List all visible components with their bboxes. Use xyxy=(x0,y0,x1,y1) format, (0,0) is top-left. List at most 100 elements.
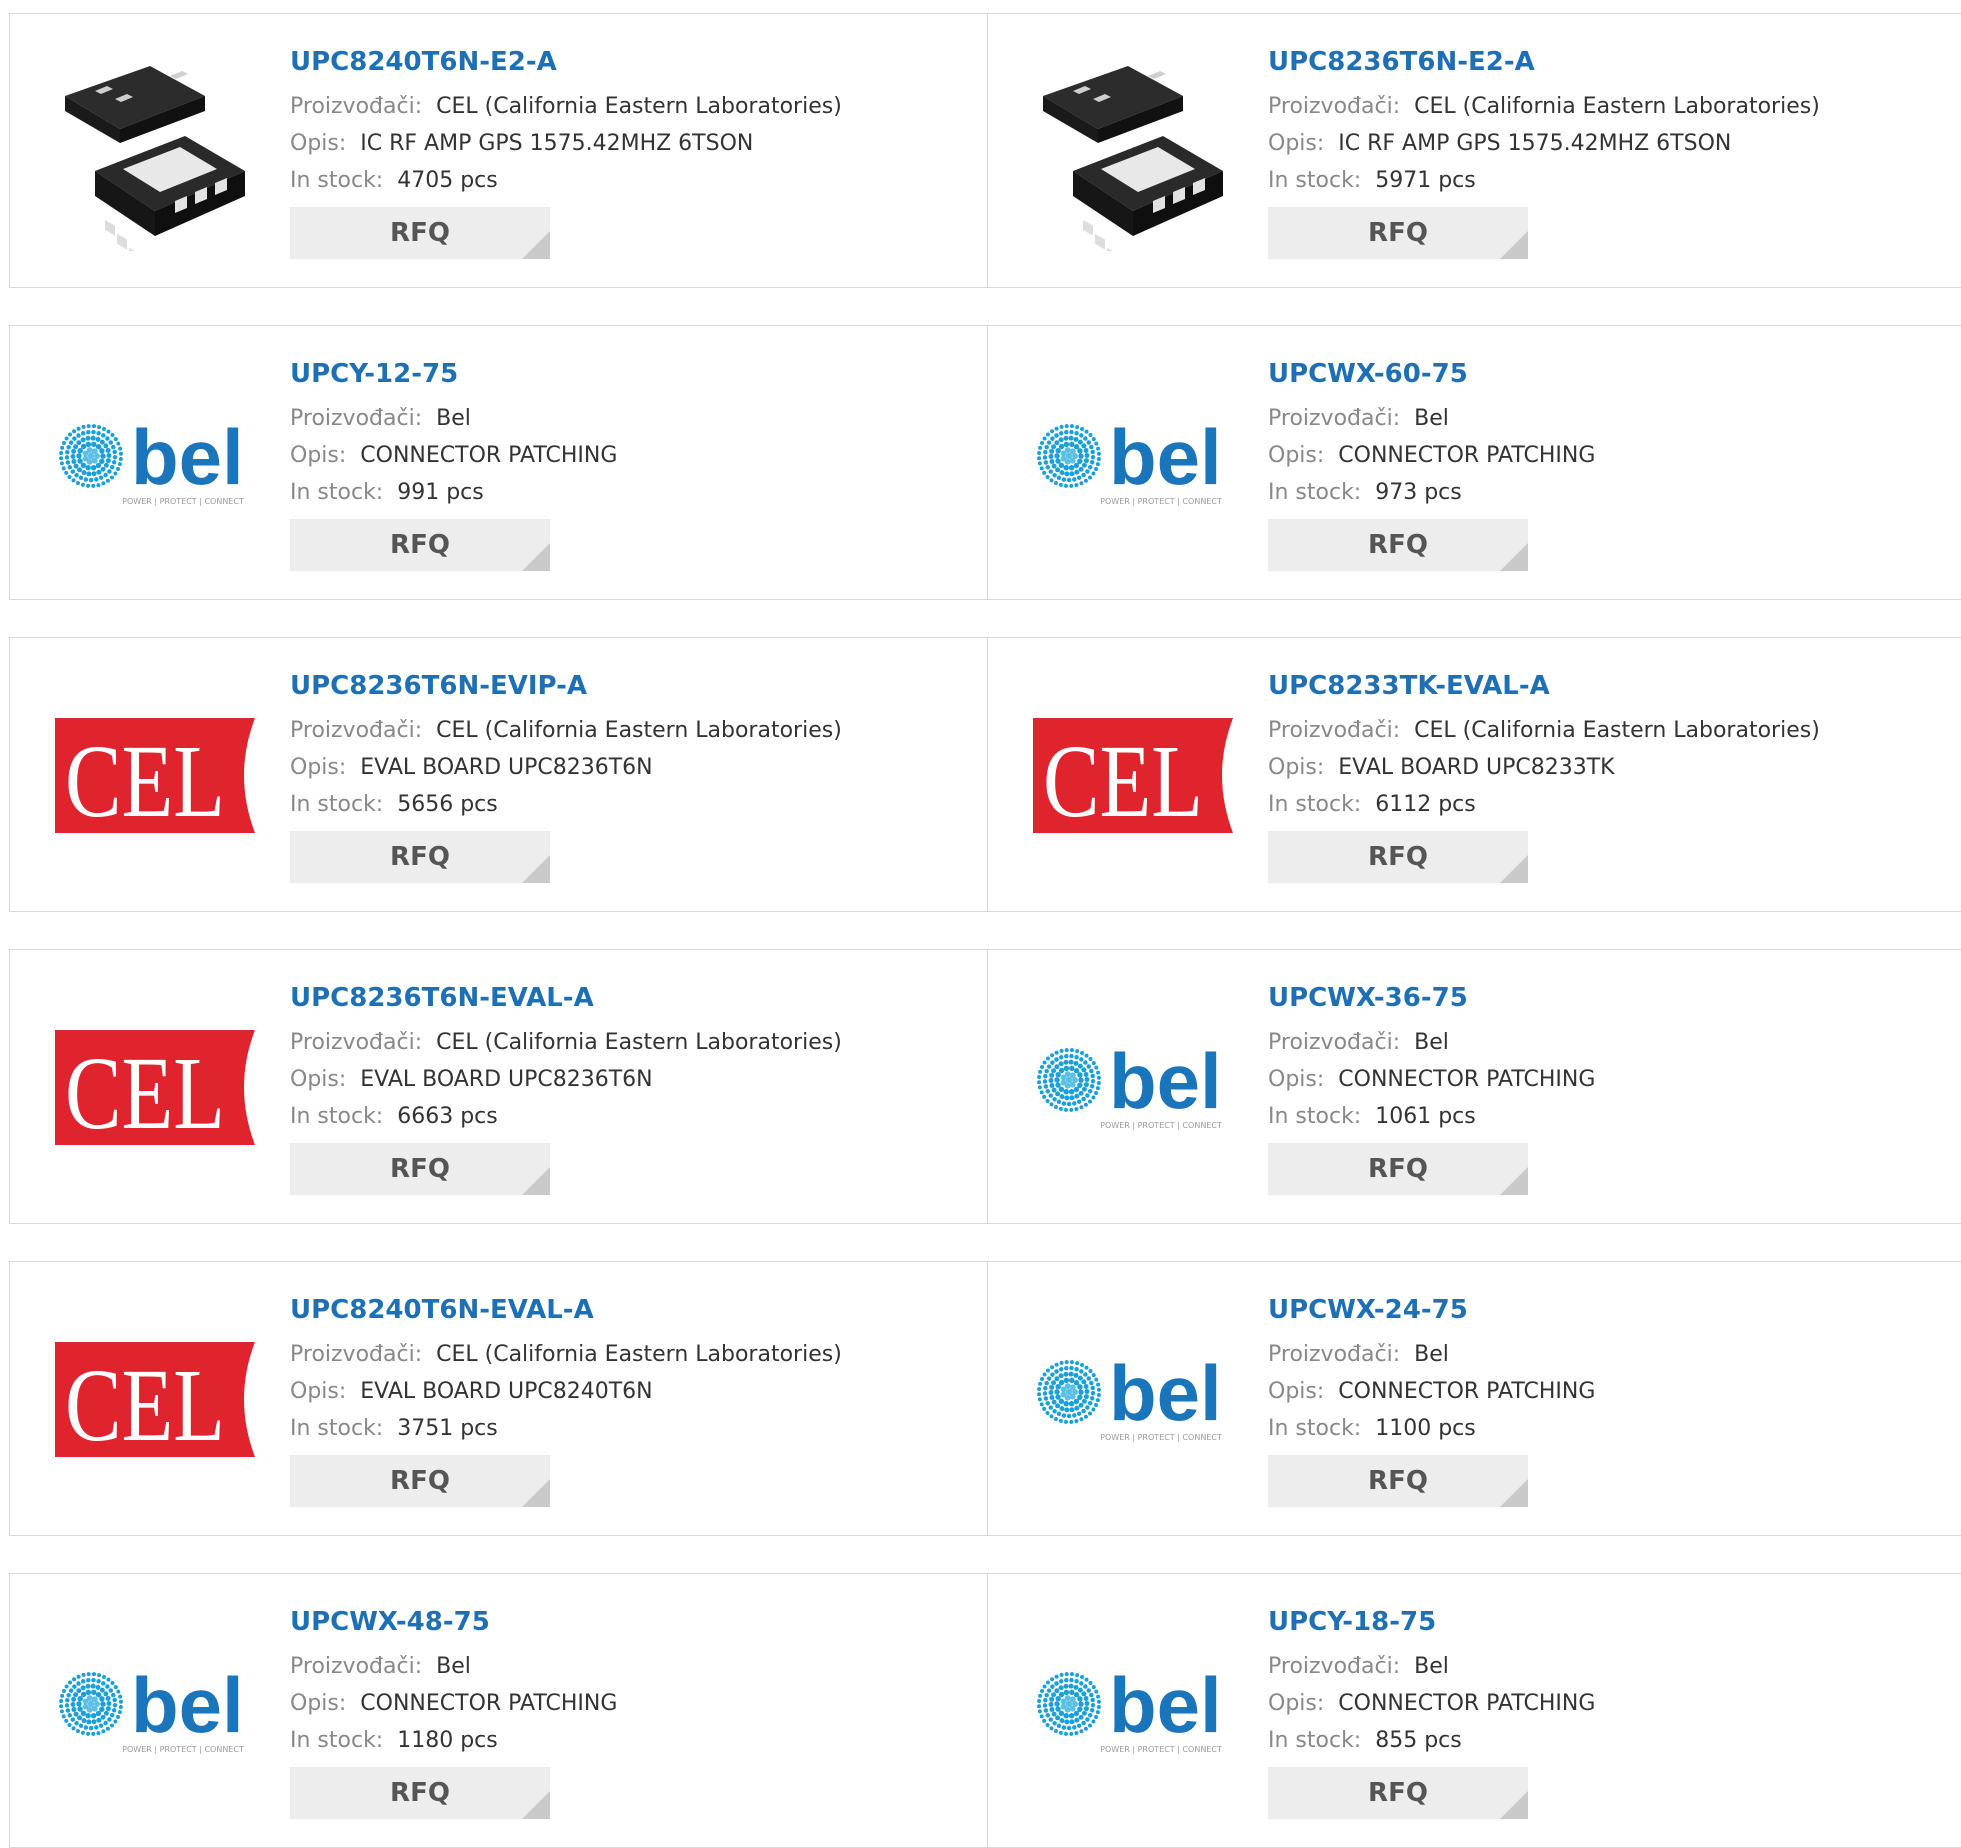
product-info: UPCWX-48-75 Proizvođači: Bel Opis: CONNECT… xyxy=(290,1604,967,1819)
rfq-button[interactable]: RFQ xyxy=(1268,1143,1528,1195)
svg-text:CEL: CEL xyxy=(1043,724,1203,833)
product-image[interactable]: CEL xyxy=(50,1294,260,1504)
product-image[interactable]: CEL xyxy=(1028,670,1238,880)
product-image[interactable]: bel POWER | PROTECT | CONNECT xyxy=(1028,1294,1238,1504)
product-name-link[interactable]: UPC8236T6N-E2-A xyxy=(1268,44,1535,80)
stock-row: In stock: 1061 pcs xyxy=(1268,1098,1945,1135)
product-name-link[interactable]: UPC8236T6N-EVIP-A xyxy=(290,668,587,704)
rfq-button[interactable]: RFQ xyxy=(1268,207,1528,259)
description-value: CONNECTOR PATCHING xyxy=(1338,443,1596,468)
rfq-button[interactable]: RFQ xyxy=(290,1767,550,1819)
stock-label: In stock: xyxy=(1268,1104,1362,1129)
rfq-button[interactable]: RFQ xyxy=(1268,1455,1528,1507)
product-name-link[interactable]: UPC8240T6N-E2-A xyxy=(290,44,557,80)
product-image[interactable]: CEL xyxy=(50,982,260,1192)
rfq-button[interactable]: RFQ xyxy=(290,831,550,883)
rfq-label: RFQ xyxy=(390,218,450,248)
manufacturer-label: Proizvođači: xyxy=(290,406,423,431)
product-name-link[interactable]: UPCWX-48-75 xyxy=(290,1604,490,1640)
product-card: bel POWER | PROTECT | CONNECT UPCWX-24-75… xyxy=(987,1261,1961,1536)
product-name-link[interactable]: UPCWX-60-75 xyxy=(1268,356,1468,392)
stock-row: In stock: 4705 pcs xyxy=(290,162,967,199)
manufacturer-row: Proizvođači: CEL (California Eastern Labo… xyxy=(1268,88,1945,125)
rfq-label: RFQ xyxy=(390,530,450,560)
product-name-link[interactable]: UPCWX-36-75 xyxy=(1268,980,1468,1016)
description-value: CONNECTOR PATCHING xyxy=(360,443,618,468)
corner-decoration xyxy=(522,231,550,259)
manufacturer-value: CEL (California Eastern Laboratories) xyxy=(436,1342,842,1367)
svg-text:POWER | PROTECT | CONNECT: POWER | PROTECT | CONNECT xyxy=(1100,1121,1222,1130)
product-name-link[interactable]: UPC8233TK-EVAL-A xyxy=(1268,668,1550,704)
product-name-link[interactable]: UPC8236T6N-EVAL-A xyxy=(290,980,594,1016)
description-row: Opis: CONNECTOR PATCHING xyxy=(290,1685,967,1722)
description-row: Opis: CONNECTOR PATCHING xyxy=(1268,1373,1945,1410)
corner-decoration xyxy=(1500,855,1528,883)
manufacturer-label: Proizvođači: xyxy=(290,1342,423,1367)
product-image[interactable]: bel POWER | PROTECT | CONNECT xyxy=(1028,358,1238,568)
stock-label: In stock: xyxy=(1268,792,1362,817)
product-name-link[interactable]: UPCWX-24-75 xyxy=(1268,1292,1468,1328)
product-image[interactable] xyxy=(1028,46,1238,256)
description-value: IC RF AMP GPS 1575.42MHZ 6TSON xyxy=(360,131,754,156)
corner-decoration xyxy=(1500,231,1528,259)
cel-logo-icon: CEL xyxy=(55,1029,255,1145)
rfq-button[interactable]: RFQ xyxy=(290,1143,550,1195)
product-name-link[interactable]: UPCY-12-75 xyxy=(290,356,458,392)
manufacturer-value: Bel xyxy=(436,1654,471,1679)
svg-text:POWER | PROTECT | CONNECT: POWER | PROTECT | CONNECT xyxy=(122,497,244,506)
stock-label: In stock: xyxy=(290,1728,384,1753)
manufacturer-value: CEL (California Eastern Laboratories) xyxy=(1414,718,1820,743)
product-image[interactable]: CEL xyxy=(50,670,260,880)
rfq-button[interactable]: RFQ xyxy=(290,207,550,259)
stock-row: In stock: 855 pcs xyxy=(1268,1722,1945,1759)
stock-value: 1100 pcs xyxy=(1375,1416,1476,1441)
product-name-link[interactable]: UPCY-18-75 xyxy=(1268,1604,1436,1640)
description-value: CONNECTOR PATCHING xyxy=(1338,1067,1596,1092)
rfq-label: RFQ xyxy=(1368,1778,1428,1808)
description-row: Opis: EVAL BOARD UPC8233TK xyxy=(1268,749,1945,786)
rfq-button[interactable]: RFQ xyxy=(1268,1767,1528,1819)
description-label: Opis: xyxy=(1268,755,1325,780)
corner-decoration xyxy=(1500,1167,1528,1195)
bel-logo-icon: belPOWER | PROTECT | CONNECT xyxy=(1036,418,1221,506)
manufacturer-row: Proizvođači: CEL (California Eastern Labo… xyxy=(1268,712,1945,749)
product-image[interactable]: bel POWER | PROTECT | CONNECT xyxy=(50,1606,260,1816)
stock-row: In stock: 6112 pcs xyxy=(1268,786,1945,823)
stock-row: In stock: 5656 pcs xyxy=(290,786,967,823)
product-name-link[interactable]: UPC8240T6N-EVAL-A xyxy=(290,1292,594,1328)
product-image[interactable]: bel POWER | PROTECT | CONNECT xyxy=(1028,982,1238,1192)
rfq-button[interactable]: RFQ xyxy=(1268,831,1528,883)
product-info: UPCWX-24-75 Proizvođači: Bel Opis: CONNECT… xyxy=(1268,1292,1945,1507)
stock-row: In stock: 6663 pcs xyxy=(290,1098,967,1135)
bel-logo-icon: belPOWER | PROTECT | CONNECT xyxy=(58,1666,243,1754)
manufacturer-row: Proizvođači: CEL (California Eastern Labo… xyxy=(290,88,967,125)
manufacturer-row: Proizvođači: CEL (California Eastern Labo… xyxy=(290,1024,967,1061)
product-card: UPC8240T6N-E2-A Proizvođači: CEL (Califor… xyxy=(9,13,988,288)
stock-value: 973 pcs xyxy=(1375,480,1462,505)
description-row: Opis: CONNECTOR PATCHING xyxy=(290,437,967,474)
product-grid: UPC8240T6N-E2-A Proizvođači: CEL (Califor… xyxy=(0,0,1961,1848)
rfq-button[interactable]: RFQ xyxy=(1268,519,1528,571)
product-card: bel POWER | PROTECT | CONNECT UPCY-18-75 … xyxy=(987,1573,1961,1848)
svg-text:POWER | PROTECT | CONNECT: POWER | PROTECT | CONNECT xyxy=(1100,1745,1222,1754)
svg-text:CEL: CEL xyxy=(65,724,225,833)
stock-value: 4705 pcs xyxy=(397,168,498,193)
stock-value: 5656 pcs xyxy=(397,792,498,817)
product-image[interactable]: bel POWER | PROTECT | CONNECT xyxy=(1028,1606,1238,1816)
stock-row: In stock: 1100 pcs xyxy=(1268,1410,1945,1447)
manufacturer-label: Proizvođači: xyxy=(290,1654,423,1679)
product-image[interactable] xyxy=(50,46,260,256)
rfq-button[interactable]: RFQ xyxy=(290,1455,550,1507)
manufacturer-label: Proizvođači: xyxy=(1268,1342,1401,1367)
product-image[interactable]: bel POWER | PROTECT | CONNECT xyxy=(50,358,260,568)
rfq-button[interactable]: RFQ xyxy=(290,519,550,571)
product-card: bel POWER | PROTECT | CONNECT UPCWX-48-75… xyxy=(9,1573,988,1848)
manufacturer-row: Proizvođači: Bel xyxy=(1268,400,1945,437)
stock-label: In stock: xyxy=(1268,480,1362,505)
description-row: Opis: CONNECTOR PATCHING xyxy=(1268,1685,1945,1722)
corner-decoration xyxy=(522,1167,550,1195)
description-value: CONNECTOR PATCHING xyxy=(1338,1379,1596,1404)
manufacturer-value: CEL (California Eastern Laboratories) xyxy=(436,718,842,743)
product-info: UPC8236T6N-EVIP-A Proizvođači: CEL (Calif… xyxy=(290,668,967,883)
description-label: Opis: xyxy=(290,1691,347,1716)
